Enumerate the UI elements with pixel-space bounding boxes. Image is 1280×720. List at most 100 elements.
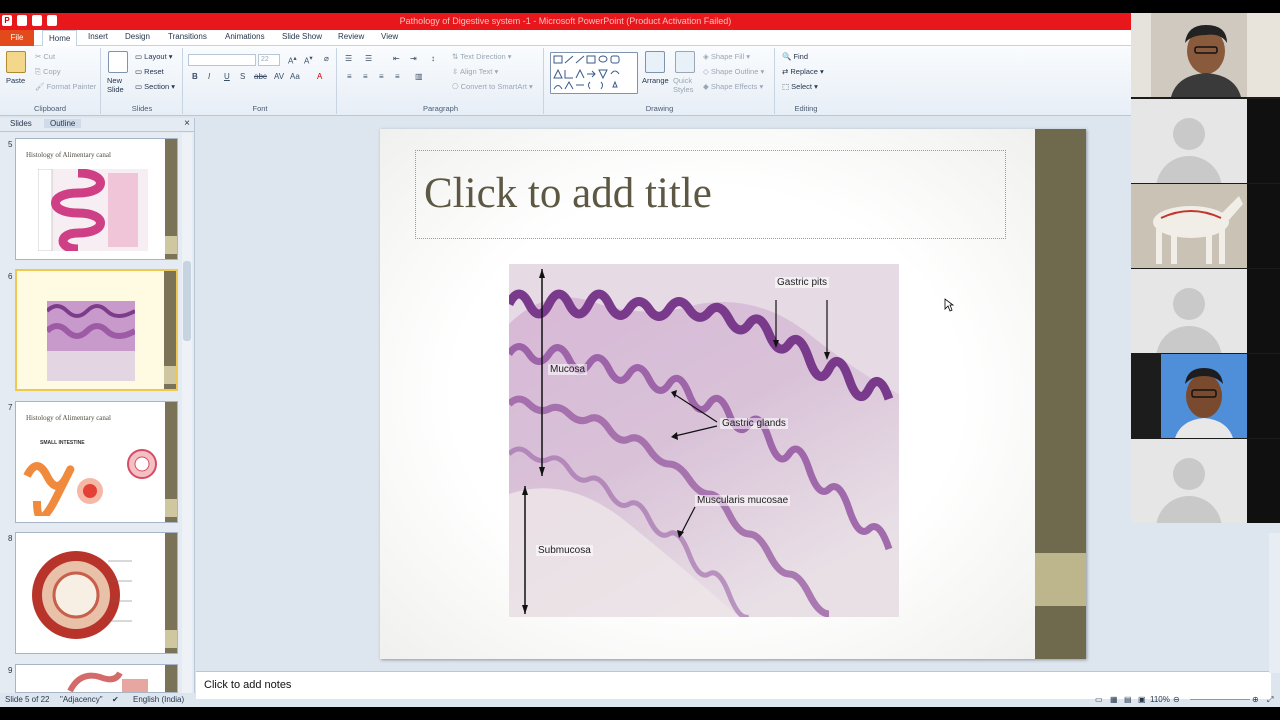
line-spacing-icon[interactable]: ↕: [431, 54, 435, 63]
replace-button[interactable]: ⇄ Replace ▾: [782, 67, 824, 76]
current-slide[interactable]: Click to add title Gastric pits Mucosa G…: [380, 129, 1086, 659]
font-color-icon[interactable]: A: [317, 72, 322, 81]
tab-view[interactable]: View: [381, 32, 398, 41]
shape-outline-button[interactable]: ◇ Shape Outline ▾: [703, 67, 764, 76]
clear-formatting-icon[interactable]: ⌀: [324, 54, 329, 63]
zoom-in-icon[interactable]: ⊕: [1252, 695, 1259, 704]
thumbnail-title: Histology of Alimentary canal: [26, 414, 111, 422]
video-tile-participant[interactable]: [1131, 269, 1247, 353]
close-icon[interactable]: ×: [184, 118, 190, 129]
title-placeholder[interactable]: Click to add title: [415, 150, 1006, 239]
video-tile-participant[interactable]: [1131, 184, 1247, 268]
shrink-font-icon[interactable]: A▾: [304, 54, 313, 66]
increase-indent-icon[interactable]: ⇥: [410, 54, 417, 63]
quick-styles-icon[interactable]: [675, 51, 695, 73]
zoom-slider[interactable]: [1190, 699, 1250, 700]
paste-icon[interactable]: [6, 51, 26, 73]
spell-check-icon[interactable]: ✔: [112, 695, 119, 704]
tab-animations[interactable]: Animations: [225, 32, 265, 41]
layout-label: Layout: [144, 52, 167, 61]
layout-button[interactable]: ▭ Layout ▾: [135, 52, 173, 61]
replace-label: Replace: [790, 67, 818, 76]
shape-fill-button[interactable]: ◈ Shape Fill ▾: [703, 52, 750, 61]
slide-thumbnail-8[interactable]: [15, 532, 178, 654]
justify-icon[interactable]: ≡: [395, 72, 400, 81]
reading-view-icon[interactable]: ▤: [1124, 695, 1132, 704]
tab-slides[interactable]: Slides: [10, 119, 32, 128]
align-text-button[interactable]: ⇳ Align Text ▾: [452, 67, 498, 76]
format-painter-label: Format Painter: [46, 82, 97, 91]
language[interactable]: English (India): [133, 695, 184, 704]
video-tile-participant[interactable]: [1131, 99, 1247, 183]
reset-button[interactable]: ▭ Reset: [135, 67, 164, 76]
label-submucosa: Submucosa: [536, 545, 593, 556]
scrollbar-thumb[interactable]: [183, 261, 191, 341]
video-tile-margin: [1131, 354, 1161, 438]
thumbnail-histology-image: [38, 169, 148, 251]
bold-icon[interactable]: B: [192, 72, 198, 81]
new-slide-icon[interactable]: [108, 51, 128, 73]
video-tile-participant[interactable]: [1161, 354, 1247, 438]
slide-sorter-icon[interactable]: ▦: [1110, 695, 1118, 704]
video-tile-participant[interactable]: [1131, 439, 1247, 523]
shadow-icon[interactable]: S: [240, 72, 245, 81]
tab-insert[interactable]: Insert: [88, 32, 108, 41]
slides-panel-scrollbar[interactable]: [182, 133, 192, 693]
shape-effects-label: Shape Effects: [710, 82, 758, 91]
clipboard-group-label: Clipboard: [33, 104, 67, 113]
tab-review[interactable]: Review: [338, 32, 364, 41]
underline-icon[interactable]: U: [224, 72, 230, 81]
font-name-select[interactable]: [188, 54, 256, 66]
italic-icon[interactable]: I: [208, 72, 210, 81]
slide-thumbnail-7[interactable]: Histology of Alimentary canal SMALL INTE…: [15, 401, 178, 523]
decrease-indent-icon[interactable]: ⇤: [393, 54, 400, 63]
new-slide-button[interactable]: New Slide: [107, 76, 133, 94]
align-center-icon[interactable]: ≡: [363, 72, 368, 81]
select-button[interactable]: ⬚ Select ▾: [782, 82, 818, 91]
slide-thumbnail-6[interactable]: [15, 269, 178, 391]
columns-icon[interactable]: ▥: [415, 72, 423, 81]
zoom-out-icon[interactable]: ⊖: [1173, 695, 1180, 704]
tab-design[interactable]: Design: [125, 32, 150, 41]
avatar-body-icon: [1156, 156, 1222, 183]
slide-thumbnail-5[interactable]: Histology of Alimentary canal: [15, 138, 178, 260]
tab-home[interactable]: Home: [42, 30, 78, 47]
format-painter-button[interactable]: 🖌 Format Painter: [35, 82, 96, 91]
tab-file[interactable]: File: [0, 30, 34, 46]
copy-button[interactable]: ⎘ Copy: [35, 67, 61, 77]
zoom-level[interactable]: 110%: [1150, 695, 1170, 704]
bullets-icon[interactable]: ☰: [345, 54, 352, 63]
character-spacing-icon[interactable]: AV: [274, 72, 284, 81]
convert-smartart-button[interactable]: ⎔ Convert to SmartArt ▾: [452, 82, 533, 91]
normal-view-icon[interactable]: ▭: [1095, 695, 1103, 704]
fit-to-window-icon[interactable]: ⤢: [1267, 695, 1273, 705]
arrange-icon[interactable]: [645, 51, 665, 73]
shape-outline-label: Shape Outline: [710, 67, 759, 76]
video-tile-presenter[interactable]: [1131, 13, 1247, 97]
align-left-icon[interactable]: ≡: [347, 72, 352, 81]
text-direction-button[interactable]: ⇅ Text Direction ▾: [452, 52, 512, 61]
tab-transitions[interactable]: Transitions: [168, 32, 207, 41]
histology-image[interactable]: Gastric pits Mucosa Gastric glands Muscu…: [509, 264, 899, 617]
arrange-button[interactable]: Arrange: [642, 76, 669, 85]
slide-thumbnail-9[interactable]: [15, 664, 178, 693]
slide-show-icon[interactable]: ▣: [1138, 695, 1146, 704]
align-right-icon[interactable]: ≡: [379, 72, 384, 81]
vertical-scrollbar[interactable]: [1269, 533, 1280, 673]
strikethrough-icon[interactable]: abc: [254, 72, 267, 81]
tab-slide-show[interactable]: Slide Show: [282, 32, 322, 41]
tab-outline[interactable]: Outline: [44, 119, 82, 128]
drawing-group-label: Drawing: [645, 104, 674, 113]
thumbnail-accent-light: [165, 630, 177, 648]
change-case-icon[interactable]: Aa: [290, 72, 300, 81]
shape-effects-button[interactable]: ◆ Shape Effects ▾: [703, 82, 763, 91]
quick-styles-button[interactable]: Quick Styles: [673, 76, 695, 94]
grow-font-icon[interactable]: A▴: [288, 54, 297, 66]
find-button[interactable]: 🔍 Find: [782, 52, 808, 61]
shapes-gallery[interactable]: [550, 52, 638, 94]
cut-button[interactable]: ✂ Cut: [35, 52, 55, 61]
paste-button[interactable]: Paste: [6, 76, 25, 85]
section-button[interactable]: ▭ Section ▾: [135, 82, 175, 91]
numbering-icon[interactable]: ☰: [365, 54, 372, 63]
font-size-select[interactable]: 22: [258, 54, 280, 66]
